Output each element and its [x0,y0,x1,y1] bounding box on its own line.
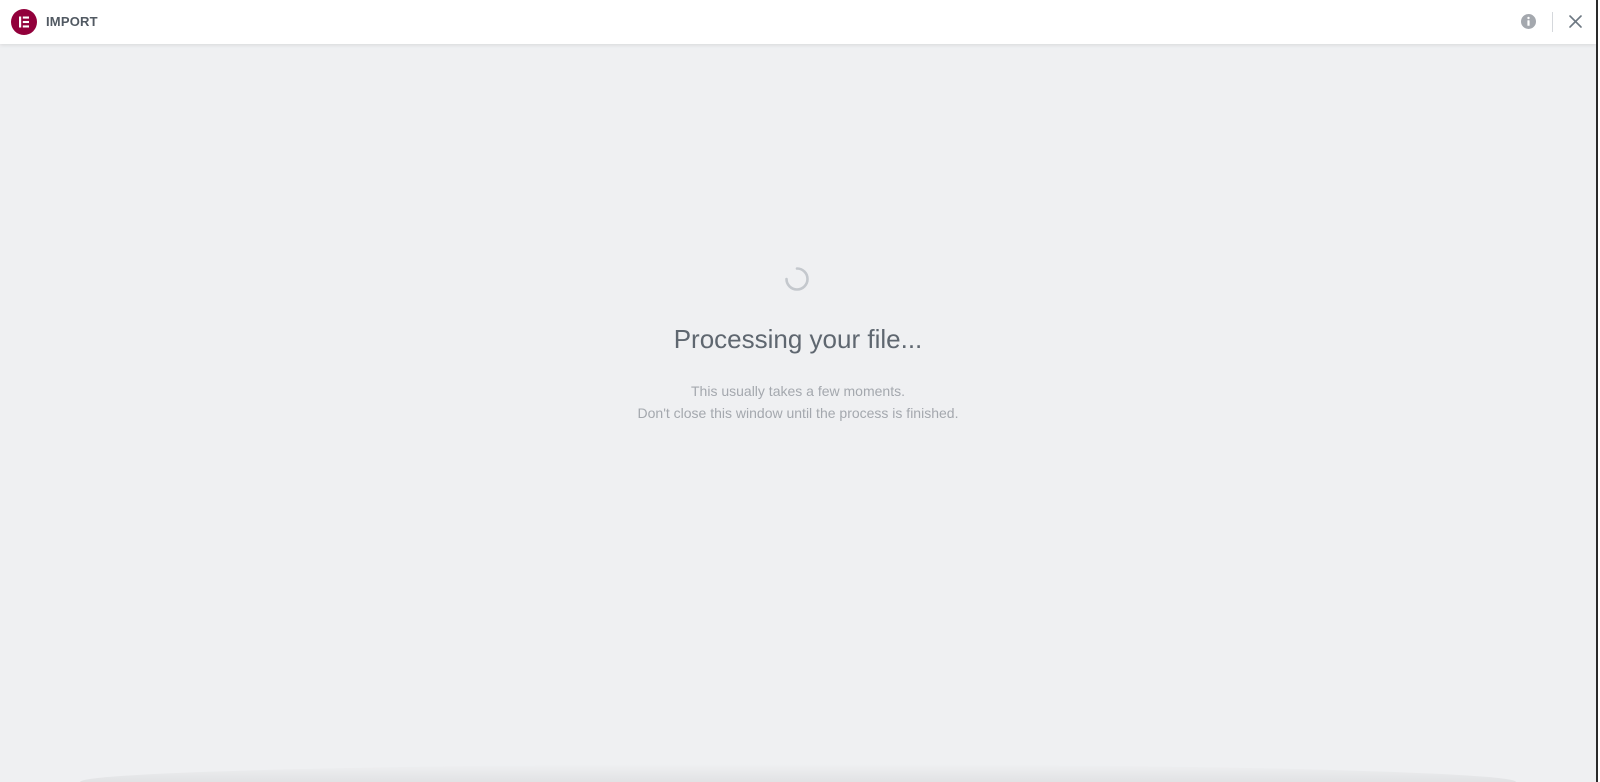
processing-message-line1: This usually takes a few moments. [691,383,905,399]
elementor-logo-icon [11,9,37,35]
loading-spinner-icon [784,266,810,292]
modal-header: IMPORT [0,0,1596,44]
processing-message-line2: Don't close this window until the proces… [637,405,959,421]
close-icon[interactable] [1567,13,1584,30]
processing-panel: Processing your file... This usually tak… [0,44,1596,782]
info-icon[interactable] [1520,13,1537,30]
bottom-shadow [80,764,1516,782]
header-divider [1552,12,1553,32]
import-modal: IMPORT Processing your file... This usua… [0,0,1596,782]
processing-heading: Processing your file... [673,324,923,354]
modal-title: IMPORT [46,14,98,29]
